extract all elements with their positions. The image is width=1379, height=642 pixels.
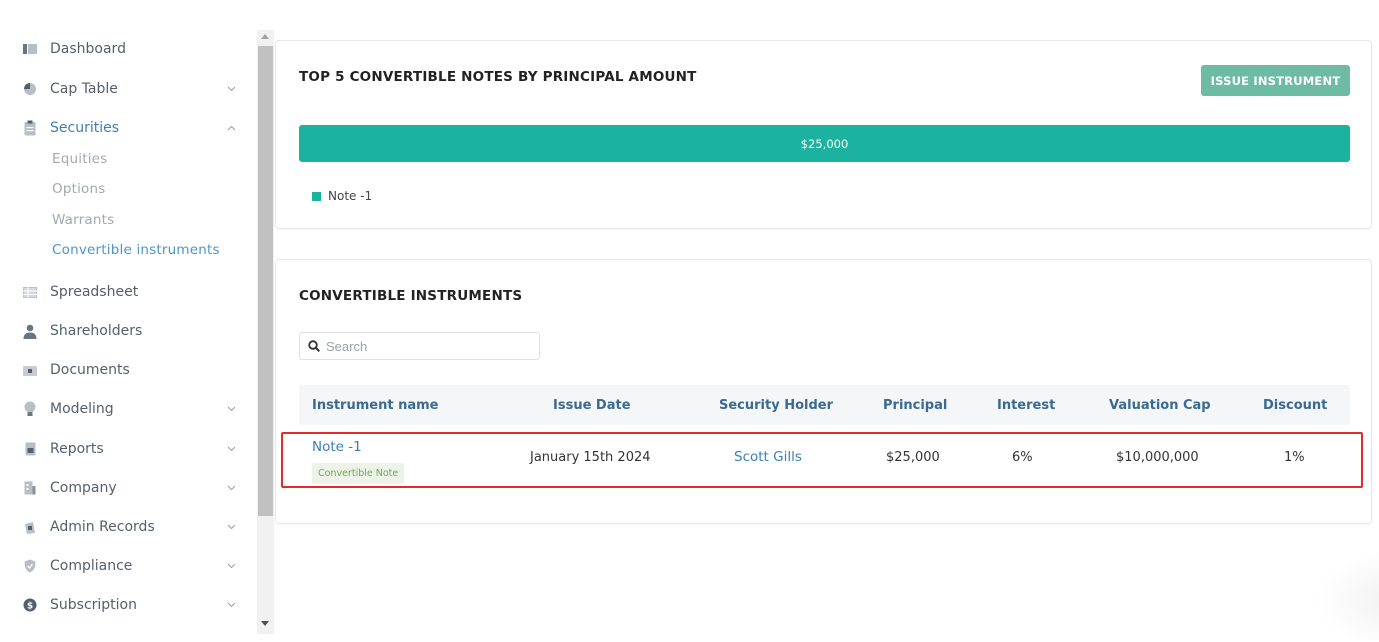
security-holder-link[interactable]: Scott Gills (734, 449, 802, 465)
sidebar-scrollbar-thumb[interactable] (258, 46, 273, 516)
sidebar-subitem-equities[interactable]: Equities (52, 151, 107, 167)
valuation-cap-cell: $10,000,000 (1116, 450, 1199, 465)
bar-data-label: $25,000 (800, 136, 849, 151)
sidebar-subitem-options[interactable]: Options (52, 181, 106, 197)
sidebar-item-securities[interactable]: Securities (22, 116, 242, 140)
search-box[interactable] (299, 332, 540, 360)
report-icon (22, 441, 38, 457)
column-header-issue-date[interactable]: Issue Date (553, 385, 631, 425)
sidebar-subitem-warrants[interactable]: Warrants (52, 212, 114, 228)
issue-instrument-button[interactable]: ISSUE INSTRUMENT (1201, 65, 1350, 96)
issue-date-cell: January 15th 2024 (530, 450, 651, 465)
search-icon (308, 337, 321, 356)
dollar-icon: $ (22, 597, 38, 613)
discount-cell: 1% (1284, 450, 1305, 465)
column-header-discount[interactable]: Discount (1263, 385, 1327, 425)
convertible-instruments-card: CONVERTIBLE INSTRUMENTS Instrument name … (275, 259, 1372, 524)
chevron-down-icon[interactable] (225, 599, 237, 611)
sidebar-item-dashboard[interactable]: Dashboard (22, 37, 242, 61)
column-header-principal[interactable]: Principal (883, 385, 947, 425)
legend-swatch (312, 191, 321, 201)
top-notes-card: TOP 5 CONVERTIBLE NOTES BY PRINCIPAL AMO… (275, 40, 1372, 229)
column-header-security-holder[interactable]: Security Holder (719, 385, 833, 425)
top-notes-title: TOP 5 CONVERTIBLE NOTES BY PRINCIPAL AMO… (299, 69, 697, 85)
table-header: Instrument name Issue Date Security Hold… (299, 385, 1350, 425)
column-header-valuation-cap[interactable]: Valuation Cap (1109, 385, 1211, 425)
sidebar-item-documents[interactable]: Documents (22, 358, 242, 382)
scroll-up-arrow-icon[interactable] (261, 34, 269, 39)
interest-cell: 6% (1012, 450, 1033, 465)
sidebar: Dashboard Cap Table Securities Equities … (0, 0, 256, 642)
legend-label: Note -1 (328, 189, 373, 203)
pie-chart-icon (22, 81, 38, 97)
principal-cell: $25,000 (886, 450, 940, 465)
table-row[interactable]: Note -1 Convertible Note January 15th 20… (281, 432, 1363, 488)
sidebar-item-admin-records[interactable]: Admin Records (22, 515, 242, 539)
sidebar-item-reports[interactable]: Reports (22, 437, 242, 461)
sidebar-item-company[interactable]: Company (22, 476, 242, 500)
chevron-up-icon[interactable] (225, 122, 237, 134)
svg-text:$: $ (27, 602, 33, 612)
chevron-down-icon[interactable] (225, 560, 237, 572)
chevron-down-icon[interactable] (225, 521, 237, 533)
chevron-down-icon[interactable] (225, 83, 237, 95)
instrument-type-badge: Convertible Note (312, 463, 405, 484)
scroll-down-arrow-icon[interactable] (261, 621, 269, 626)
column-header-interest[interactable]: Interest (997, 385, 1055, 425)
sidebar-item-modeling[interactable]: Modeling (22, 397, 242, 421)
sidebar-item-subscription[interactable]: $ Subscription (22, 593, 242, 617)
chevron-down-icon[interactable] (225, 482, 237, 494)
search-input[interactable] (326, 338, 526, 354)
chevron-down-icon[interactable] (225, 403, 237, 415)
chevron-down-icon[interactable] (225, 443, 237, 455)
sidebar-item-compliance[interactable]: Compliance (22, 554, 242, 578)
records-icon (22, 519, 38, 535)
convertible-instruments-title: CONVERTIBLE INSTRUMENTS (299, 288, 523, 304)
spreadsheet-icon (22, 284, 38, 300)
shield-icon (22, 558, 38, 574)
folder-icon (22, 362, 38, 378)
chart-legend: Note -1 (312, 189, 372, 203)
dashboard-icon (22, 41, 38, 57)
sidebar-subitem-convertible-instruments[interactable]: Convertible instruments (52, 242, 220, 258)
building-icon (22, 480, 38, 496)
sidebar-item-spreadsheet[interactable]: Spreadsheet (22, 280, 242, 304)
column-header-instrument-name[interactable]: Instrument name (312, 385, 438, 425)
instrument-name-link[interactable]: Note -1 (312, 439, 362, 455)
sidebar-item-cap-table[interactable]: Cap Table (22, 77, 242, 101)
corner-shadow (1300, 540, 1379, 640)
clipboard-icon (22, 120, 38, 136)
person-icon (22, 323, 38, 339)
lightbulb-icon (22, 401, 38, 417)
principal-bar[interactable]: $25,000 (299, 125, 1350, 162)
sidebar-item-shareholders[interactable]: Shareholders (22, 319, 242, 343)
